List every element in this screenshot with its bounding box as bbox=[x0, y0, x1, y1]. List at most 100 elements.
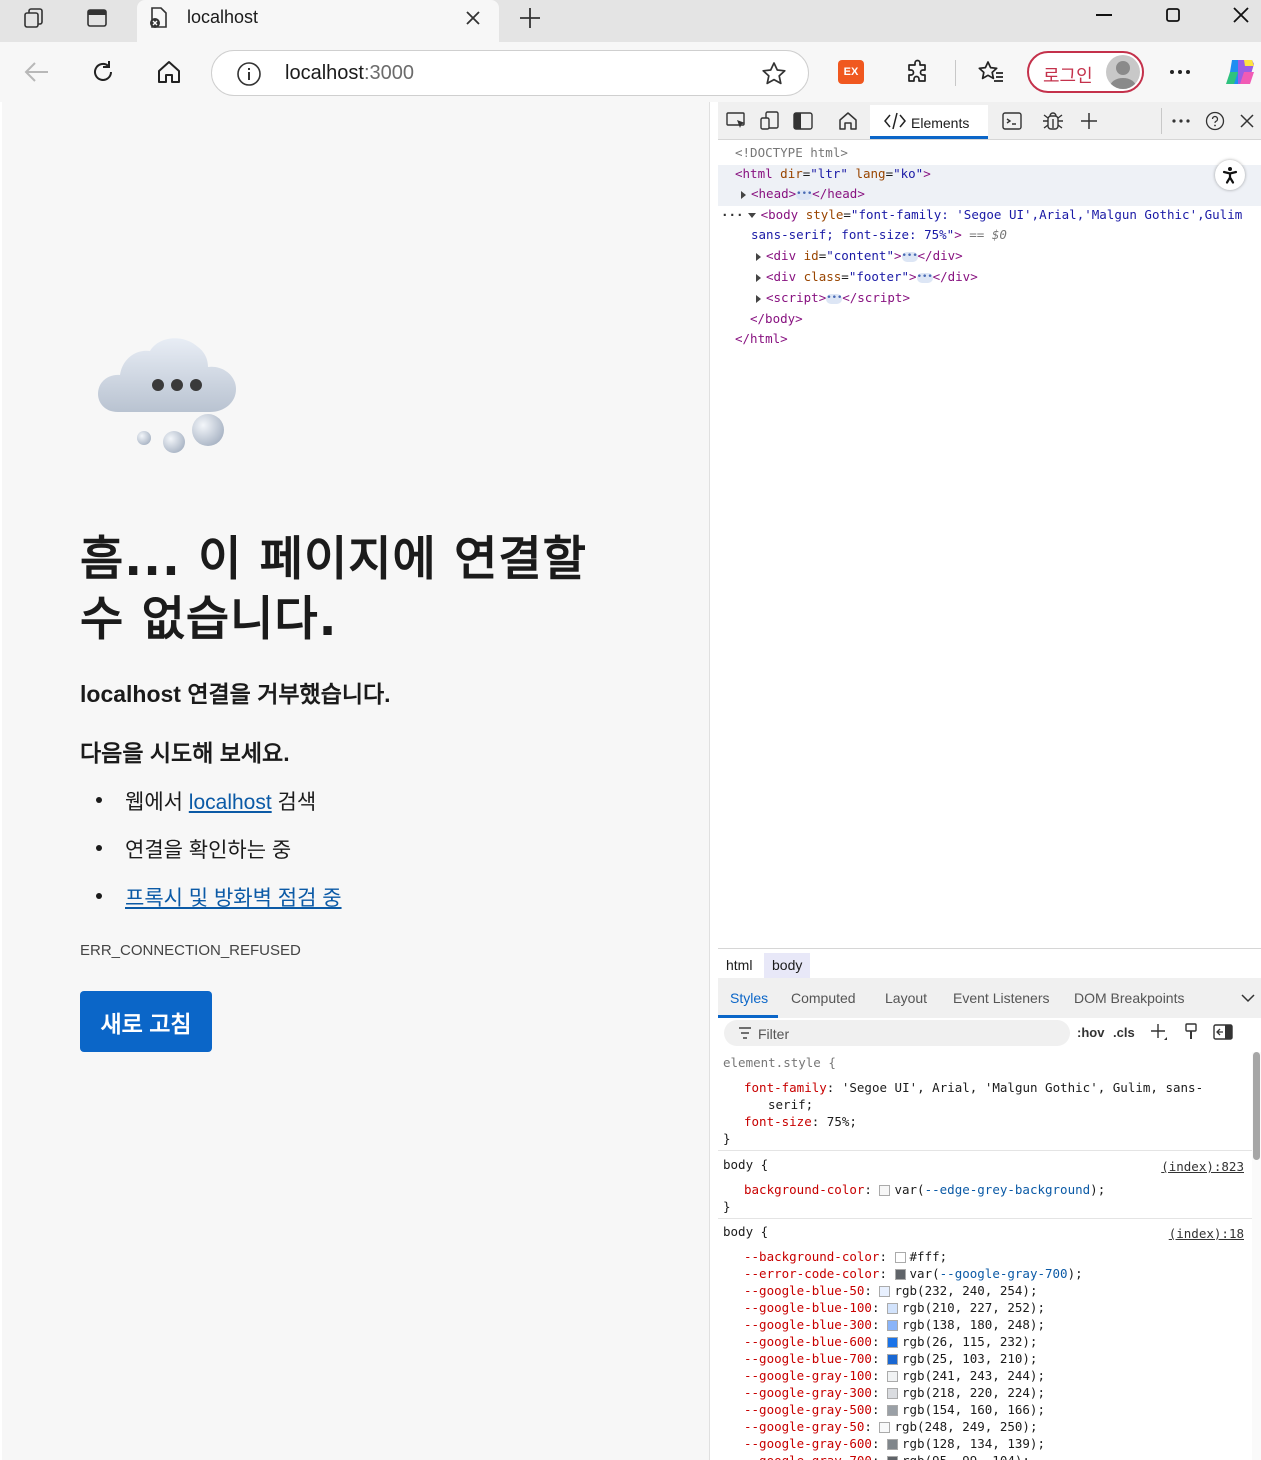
reload-button[interactable]: 새로 고침 bbox=[80, 991, 212, 1052]
new-rule-icon[interactable] bbox=[1150, 1023, 1168, 1044]
dom-html-node[interactable]: <html dir="ltr" lang="ko"> bbox=[735, 164, 931, 184]
expand-caret-icon[interactable] bbox=[741, 190, 746, 199]
address-bar[interactable]: localhost:3000 bbox=[211, 50, 809, 96]
refresh-icon[interactable] bbox=[85, 54, 121, 90]
styles-scrollbar[interactable] bbox=[1252, 1052, 1261, 1460]
cls-toggle[interactable]: .cls bbox=[1113, 1025, 1135, 1040]
extensions-icon[interactable] bbox=[900, 54, 936, 90]
close-window-icon[interactable] bbox=[1211, 0, 1261, 30]
color-swatch[interactable] bbox=[887, 1456, 898, 1460]
browser-tab[interactable]: localhost bbox=[137, 0, 499, 42]
device-emulation-icon[interactable] bbox=[758, 109, 782, 133]
color-swatch[interactable] bbox=[887, 1354, 898, 1365]
chevron-down-icon[interactable] bbox=[1241, 990, 1255, 1006]
color-swatch[interactable] bbox=[887, 1303, 898, 1314]
home-icon[interactable] bbox=[151, 54, 187, 90]
address-url[interactable]: localhost:3000 bbox=[285, 62, 414, 85]
add-tool-icon[interactable] bbox=[1077, 109, 1101, 133]
toggle-sidebar-icon[interactable] bbox=[1213, 1024, 1233, 1043]
tab-computed[interactable]: Computed bbox=[791, 990, 856, 1006]
tab-event-listeners[interactable]: Event Listeners bbox=[953, 990, 1050, 1006]
style-declaration[interactable]: font-size: 75%; bbox=[744, 1113, 857, 1130]
tab-styles[interactable]: Styles bbox=[730, 990, 768, 1006]
style-declaration[interactable]: --error-code-color: var(--google-gray-70… bbox=[744, 1265, 1083, 1282]
color-swatch[interactable] bbox=[887, 1337, 898, 1348]
style-declaration[interactable]: --google-blue-700: rgb(25, 103, 210); bbox=[744, 1350, 1037, 1367]
profile-login-button[interactable]: 로그인 bbox=[1027, 51, 1144, 93]
info-icon[interactable] bbox=[236, 61, 262, 87]
close-icon[interactable] bbox=[461, 6, 485, 30]
star-icon[interactable] bbox=[760, 60, 788, 88]
welcome-home-icon[interactable] bbox=[836, 109, 860, 133]
minimize-icon[interactable] bbox=[1074, 0, 1134, 30]
plus-icon[interactable] bbox=[514, 4, 546, 32]
more-icon[interactable] bbox=[1169, 109, 1193, 133]
style-declaration[interactable]: --google-blue-600: rgb(26, 115, 232); bbox=[744, 1333, 1037, 1350]
dom-head-node[interactable]: <head>•••</head> bbox=[741, 184, 865, 204]
search-localhost-link[interactable]: localhost bbox=[189, 791, 272, 814]
color-swatch[interactable] bbox=[887, 1439, 898, 1450]
tab-layout[interactable]: Layout bbox=[885, 990, 927, 1006]
color-swatch[interactable] bbox=[887, 1371, 898, 1382]
style-declaration[interactable]: --google-gray-100: rgb(241, 243, 244); bbox=[744, 1367, 1045, 1384]
style-declaration[interactable]: --google-gray-600: rgb(128, 134, 139); bbox=[744, 1435, 1045, 1452]
tab-actions-icon[interactable] bbox=[80, 4, 114, 32]
scrollbar-thumb[interactable] bbox=[1253, 1052, 1260, 1160]
color-swatch[interactable] bbox=[894, 1269, 906, 1280]
maximize-icon[interactable] bbox=[1143, 0, 1203, 30]
filter-input[interactable]: Filter bbox=[724, 1020, 1070, 1046]
tab-dom-breakpoints[interactable]: DOM Breakpoints bbox=[1074, 990, 1184, 1006]
bug-icon[interactable] bbox=[1041, 109, 1065, 133]
copilot-icon[interactable] bbox=[1223, 54, 1259, 90]
ex-extension-icon[interactable]: EX bbox=[838, 60, 864, 84]
dock-side-icon[interactable] bbox=[791, 109, 815, 133]
dom-div-content-node[interactable]: <div id="content">•••</div> bbox=[756, 246, 963, 266]
style-declaration[interactable]: --google-gray-500: rgb(154, 160, 166); bbox=[744, 1401, 1045, 1418]
breadcrumb-body[interactable]: body bbox=[764, 953, 811, 979]
ellipsis-icon[interactable]: ••• bbox=[796, 189, 812, 200]
favorites-icon[interactable] bbox=[973, 54, 1009, 90]
paint-brush-icon[interactable] bbox=[1184, 1023, 1198, 1044]
more-icon[interactable] bbox=[1162, 54, 1198, 90]
style-declaration[interactable]: --google-gray-700: rgb(95, 99, 104); bbox=[744, 1452, 1030, 1460]
rule-source-link[interactable]: (index):823 bbox=[1161, 1158, 1244, 1175]
style-declaration[interactable]: --google-blue-100: rgb(210, 227, 252); bbox=[744, 1299, 1045, 1316]
style-declaration[interactable]: --google-blue-300: rgb(138, 180, 248); bbox=[744, 1316, 1045, 1333]
close-devtools-icon[interactable] bbox=[1235, 109, 1259, 133]
hov-toggle[interactable]: :hov bbox=[1077, 1025, 1104, 1040]
color-swatch[interactable] bbox=[894, 1252, 906, 1263]
dom-div-footer-node[interactable]: <div class="footer">•••</div> bbox=[756, 267, 978, 287]
color-swatch[interactable] bbox=[879, 1286, 891, 1297]
style-declaration[interactable]: background-color: var(--edge-grey-backgr… bbox=[744, 1181, 1105, 1198]
inspect-icon[interactable] bbox=[725, 109, 749, 133]
dom-body-node[interactable]: ··· <body style="font-family: 'Segoe UI',… bbox=[721, 205, 1242, 225]
style-declaration[interactable]: --background-color: #fff; bbox=[744, 1248, 947, 1265]
color-swatch[interactable] bbox=[879, 1185, 891, 1196]
color-swatch[interactable] bbox=[887, 1405, 898, 1416]
expand-caret-icon[interactable] bbox=[756, 294, 761, 303]
style-declaration[interactable]: --google-gray-50: rgb(248, 249, 250); bbox=[744, 1418, 1037, 1435]
console-icon[interactable] bbox=[1000, 109, 1024, 133]
node-actions-icon[interactable]: ··· bbox=[721, 207, 744, 222]
ellipsis-icon[interactable]: ••• bbox=[901, 251, 918, 262]
workspaces-icon[interactable] bbox=[17, 4, 51, 32]
style-declaration[interactable]: --google-blue-50: rgb(232, 240, 254); bbox=[744, 1282, 1037, 1299]
expand-caret-icon[interactable] bbox=[756, 252, 761, 261]
ellipsis-icon[interactable]: ••• bbox=[916, 272, 933, 283]
color-swatch[interactable] bbox=[887, 1388, 898, 1399]
color-swatch[interactable] bbox=[887, 1320, 898, 1331]
collapse-caret-icon[interactable] bbox=[747, 213, 756, 218]
style-declaration[interactable]: --google-gray-300: rgb(218, 220, 224); bbox=[744, 1384, 1045, 1401]
expand-caret-icon[interactable] bbox=[756, 273, 761, 282]
tab-elements[interactable]: Elements bbox=[870, 105, 988, 139]
color-swatch[interactable] bbox=[879, 1422, 891, 1433]
dom-script-node[interactable]: <script>•••</script> bbox=[756, 288, 910, 308]
back-icon[interactable] bbox=[19, 54, 55, 90]
accessibility-icon[interactable] bbox=[1215, 160, 1245, 190]
rule-source-link[interactable]: (index):18 bbox=[1169, 1225, 1244, 1242]
help-icon[interactable] bbox=[1203, 109, 1227, 133]
ellipsis-icon[interactable]: ••• bbox=[826, 293, 842, 304]
style-declaration[interactable]: font-family: 'Segoe UI', Arial, 'Malgun … bbox=[744, 1079, 1203, 1096]
check-proxy-firewall-link[interactable]: 프록시 및 방화벽 점검 중 bbox=[125, 882, 342, 912]
breadcrumb-html[interactable]: html bbox=[718, 953, 760, 979]
